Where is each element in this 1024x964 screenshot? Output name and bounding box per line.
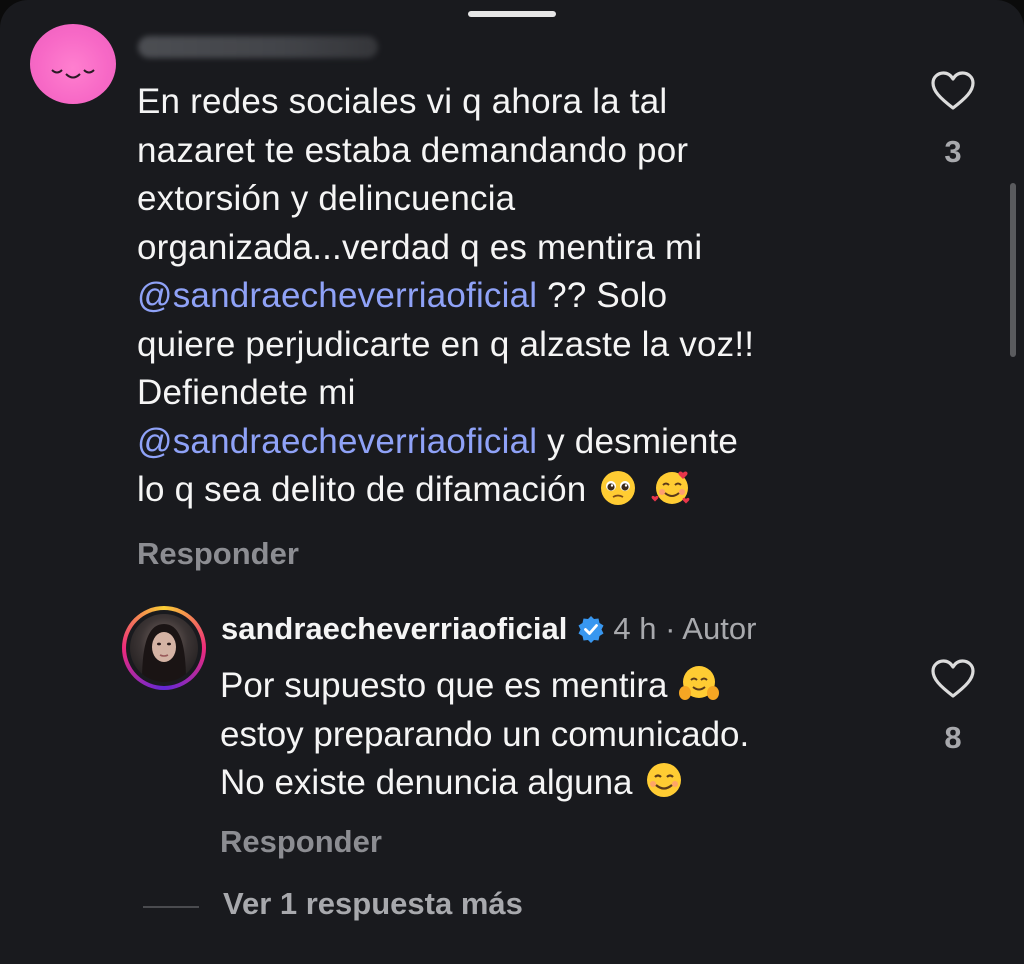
reply-reply-button[interactable]: Responder bbox=[220, 824, 382, 860]
like-count: 3 bbox=[944, 134, 962, 169]
sheet-grab-handle[interactable] bbox=[468, 11, 556, 17]
comment-text-segment: lo q sea delito de difamación bbox=[137, 470, 597, 509]
comment-line: Defiendete mi bbox=[137, 369, 897, 418]
mention-link[interactable]: @sandraecheverriaoficial bbox=[137, 422, 537, 461]
comment-text-segment: En redes sociales vi q ahora la tal bbox=[137, 82, 668, 121]
comments-sheet: En redes sociales vi q ahora la tal nazar… bbox=[0, 0, 1024, 964]
reply-like-heart-icon[interactable] bbox=[930, 658, 976, 700]
thread-divider bbox=[143, 906, 199, 908]
comment-line: @sandraecheverriaoficial y desmiente bbox=[137, 418, 897, 467]
smiling-face-with-hearts-emoji bbox=[650, 467, 694, 507]
reply-line: No existe denuncia alguna bbox=[220, 759, 920, 808]
like-heart-icon[interactable] bbox=[930, 70, 976, 112]
comment-text-segment bbox=[640, 470, 650, 509]
comment-line: En redes sociales vi q ahora la tal bbox=[137, 78, 897, 127]
reply-text: Por supuesto que es mentira estoy prepar… bbox=[220, 662, 920, 808]
comment-text-segment: extorsión y delincuencia bbox=[137, 179, 516, 218]
reply-text-segment: estoy preparando un comunicado. bbox=[220, 714, 750, 754]
comment-line: nazaret te estaba demandando por bbox=[137, 127, 897, 176]
reply-text-segment: No existe denuncia alguna bbox=[220, 763, 643, 802]
comment-line: lo q sea delito de difamación bbox=[137, 466, 897, 515]
reply-like-count: 8 bbox=[944, 720, 962, 755]
commenter-username-blurred[interactable] bbox=[138, 36, 378, 58]
author-avatar-photo bbox=[130, 614, 198, 682]
comment-line: @sandraecheverriaoficial ?? Solo bbox=[137, 272, 897, 321]
author-avatar[interactable] bbox=[122, 606, 206, 690]
reply-line: Por supuesto que es mentira bbox=[220, 662, 920, 711]
view-more-replies-button[interactable]: Ver 1 respuesta más bbox=[223, 886, 523, 922]
smiling-face-emoji bbox=[642, 760, 686, 800]
scrollbar[interactable] bbox=[1010, 183, 1016, 357]
pleading-face-emoji bbox=[596, 467, 640, 507]
comment-text-segment: nazaret te estaba demandando por bbox=[137, 130, 689, 170]
comment-text: En redes sociales vi q ahora la tal nazar… bbox=[137, 78, 897, 515]
comment-text-segment: ?? Solo bbox=[537, 276, 668, 315]
comment-line: organizada...verdad q es mentira mi bbox=[137, 224, 897, 273]
reply-meta: 4 h · Autor bbox=[613, 611, 757, 646]
comment-text-segment: quiere perjudicarte en q alzaste la voz!… bbox=[137, 324, 755, 364]
comment-text-segment: organizada...verdad q es mentira mi bbox=[137, 227, 703, 267]
comment-text-segment: Defiendete mi bbox=[137, 373, 356, 412]
author-username[interactable]: sandraecheverriaoficial bbox=[221, 611, 567, 647]
verified-badge-icon bbox=[578, 616, 604, 643]
reply-line: estoy preparando un comunicado. bbox=[220, 711, 920, 760]
reply-button[interactable]: Responder bbox=[137, 536, 299, 572]
reply-text-segment: Por supuesto que es mentira bbox=[220, 666, 678, 705]
reply-header: sandraecheverriaoficial 4 h · Autor bbox=[221, 610, 756, 648]
comment-text-segment: y desmiente bbox=[537, 421, 739, 461]
hugging-face-emoji bbox=[677, 663, 721, 703]
mention-link[interactable]: @sandraecheverriaoficial bbox=[137, 276, 537, 315]
commenter-avatar[interactable] bbox=[30, 24, 116, 104]
comment-line: quiere perjudicarte en q alzaste la voz!… bbox=[137, 321, 897, 370]
comment-line: extorsión y delincuencia bbox=[137, 175, 897, 224]
